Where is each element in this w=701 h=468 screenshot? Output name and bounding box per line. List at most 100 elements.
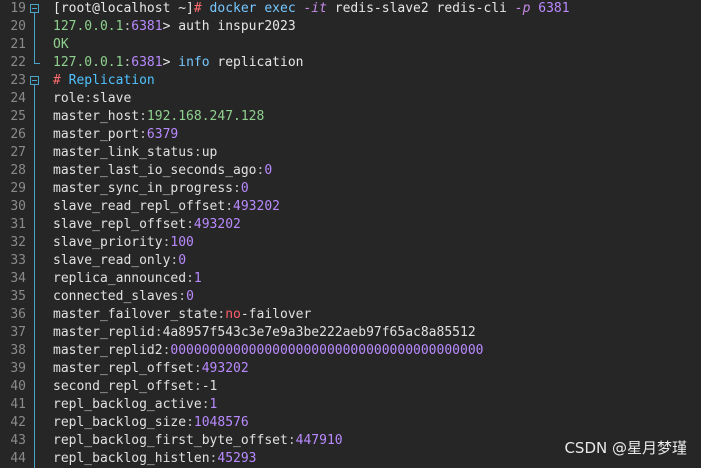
token: -1 xyxy=(201,379,218,394)
fold-guide-line xyxy=(34,18,35,36)
token: 45293 xyxy=(217,451,257,466)
line-text: master_port:6379 xyxy=(53,126,178,144)
line-text: slave_read_only:0 xyxy=(53,252,186,270)
line-text: master_link_status:up xyxy=(53,144,217,162)
line-text: repl_backlog_histlen:45293 xyxy=(53,450,257,468)
line-number: 30 xyxy=(10,199,26,214)
code-line: 31 slave_repl_offset:493202 xyxy=(0,216,701,234)
line-text: master_sync_in_progress:0 xyxy=(53,180,249,198)
fold-guide-line xyxy=(34,342,35,360)
token: : xyxy=(201,397,210,412)
line-number: 19 xyxy=(10,1,26,16)
csdn-watermark: CSDN @星月梦瑾 xyxy=(564,439,687,457)
line-number: 36 xyxy=(10,307,26,322)
line-text: slave_read_repl_offset:493202 xyxy=(53,198,280,216)
code-line: 39 master_repl_offset:493202 xyxy=(0,360,701,378)
token: 6379 xyxy=(146,127,179,142)
token: slave_priority xyxy=(53,235,163,250)
token: 0000000000000000000000000000000000000000 xyxy=(170,343,484,358)
fold-toggle-icon[interactable] xyxy=(30,4,39,13)
token: # xyxy=(193,1,210,16)
code-line: 29 master_sync_in_progress:0 xyxy=(0,180,701,198)
fold-guide-line xyxy=(34,432,35,450)
code-line: 34 replica_announced:1 xyxy=(0,270,701,288)
line-text: 127.0.0.1:6381> info replication xyxy=(53,54,303,72)
token: : xyxy=(193,361,202,376)
token: -p xyxy=(514,1,539,16)
fold-guide-line xyxy=(34,36,35,54)
code-line: 32 slave_priority:100 xyxy=(0,234,701,252)
token: repl_backlog_active xyxy=(53,397,202,412)
token: info xyxy=(178,55,210,70)
fold-guide-line xyxy=(34,270,35,288)
token: slave_repl_offset xyxy=(53,217,187,232)
fold-guide-line xyxy=(34,198,35,216)
fold-guide-line xyxy=(34,234,35,252)
line-number: 32 xyxy=(10,235,26,250)
token: master_link_status xyxy=(53,145,194,160)
token: 100 xyxy=(170,235,194,250)
line-number: 34 xyxy=(10,271,26,286)
token: master_replid xyxy=(53,325,155,340)
line-text: repl_backlog_size:1048576 xyxy=(53,414,249,432)
code-line: 30 slave_read_repl_offset:493202 xyxy=(0,198,701,216)
token: second_repl_offset xyxy=(53,379,194,394)
token: -failover xyxy=(240,307,312,322)
line-number: 24 xyxy=(10,91,26,106)
line-number: 44 xyxy=(10,451,26,466)
code-line: 28 master_last_io_seconds_ago:0 xyxy=(0,162,701,180)
line-number: 35 xyxy=(10,289,26,304)
token: no xyxy=(225,307,241,322)
line-text: slave_repl_offset:493202 xyxy=(53,216,241,234)
token: : xyxy=(287,433,296,448)
fold-guide-line xyxy=(34,162,35,180)
fold-toggle-icon[interactable] xyxy=(30,76,39,85)
line-text: slave_priority:100 xyxy=(53,234,194,252)
token: connected_slaves xyxy=(53,289,179,304)
code-line: 24 role:slave xyxy=(0,90,701,108)
token: : xyxy=(186,415,194,430)
fold-guide-line xyxy=(34,144,35,162)
fold-guide-line xyxy=(34,450,35,468)
code-line: 25 master_host:192.168.247.128 xyxy=(0,108,701,126)
line-text: connected_slaves:0 xyxy=(53,288,194,306)
token: : xyxy=(193,145,202,160)
line-text: master_host:192.168.247.128 xyxy=(53,108,264,126)
line-number: 39 xyxy=(10,361,26,376)
token: 0 xyxy=(240,181,249,196)
line-text: repl_backlog_active:1 xyxy=(53,396,217,414)
token: slave_read_only xyxy=(53,253,171,268)
token: 1048576 xyxy=(193,415,249,430)
code-line: 19 [root@localhost ~]# docker exec -it re… xyxy=(0,0,701,18)
token: > xyxy=(162,55,179,70)
code-lines: 19 [root@localhost ~]# docker exec -it re… xyxy=(0,0,701,468)
line-text: # Replication xyxy=(53,72,155,90)
token: : xyxy=(139,109,147,124)
token: : xyxy=(186,271,194,286)
token: 0 xyxy=(264,163,273,178)
line-text: master_last_io_seconds_ago:0 xyxy=(53,162,272,180)
token: 493202 xyxy=(193,217,241,232)
token: master_repl_offset xyxy=(53,361,194,376)
token: 127.0.0.1 xyxy=(53,19,124,34)
token: : xyxy=(233,181,241,196)
token: slave xyxy=(92,91,132,106)
code-line: 33 slave_read_only:0 xyxy=(0,252,701,270)
line-text: repl_backlog_first_byte_offset:447910 xyxy=(53,432,343,450)
code-line: 35 connected_slaves:0 xyxy=(0,288,701,306)
code-line: 40 second_repl_offset:-1 xyxy=(0,378,701,396)
code-editor[interactable]: 19 [root@localhost ~]# docker exec -it re… xyxy=(0,0,701,468)
code-line: 37 master_replid:4a8957f543c3e7e9a3be222a… xyxy=(0,324,701,342)
fold-guide-line xyxy=(34,288,35,306)
token: redis-slave2 redis-cli xyxy=(334,1,515,16)
token: repl_backlog_histlen xyxy=(53,451,210,466)
fold-guide-line xyxy=(34,126,35,144)
token: 6381 xyxy=(131,55,163,70)
token: 6381 xyxy=(131,19,163,34)
fold-end-marker xyxy=(34,54,40,64)
fold-guide-line xyxy=(34,360,35,378)
fold-guide-line xyxy=(34,108,35,126)
token: master_failover_state xyxy=(53,307,218,322)
line-number: 31 xyxy=(10,217,26,232)
line-number: 37 xyxy=(10,325,26,340)
